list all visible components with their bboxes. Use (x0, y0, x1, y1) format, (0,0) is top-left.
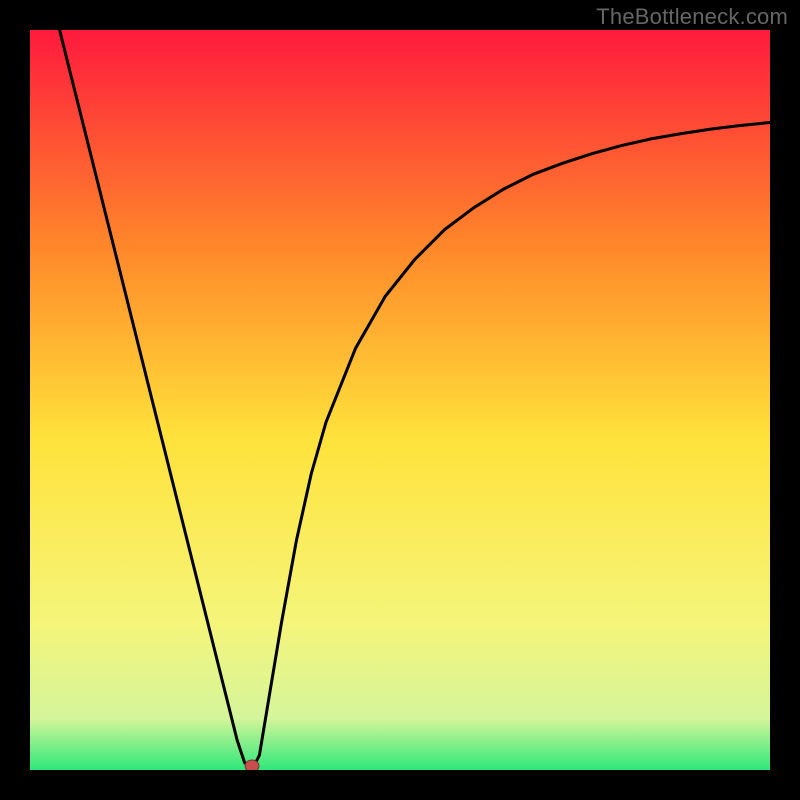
chart-svg (30, 30, 770, 770)
gradient-background (30, 30, 770, 770)
chart-frame: TheBottleneck.com (0, 0, 800, 800)
plot-area (30, 30, 770, 770)
watermark-text: TheBottleneck.com (596, 4, 788, 30)
optimal-point-marker (245, 760, 259, 770)
